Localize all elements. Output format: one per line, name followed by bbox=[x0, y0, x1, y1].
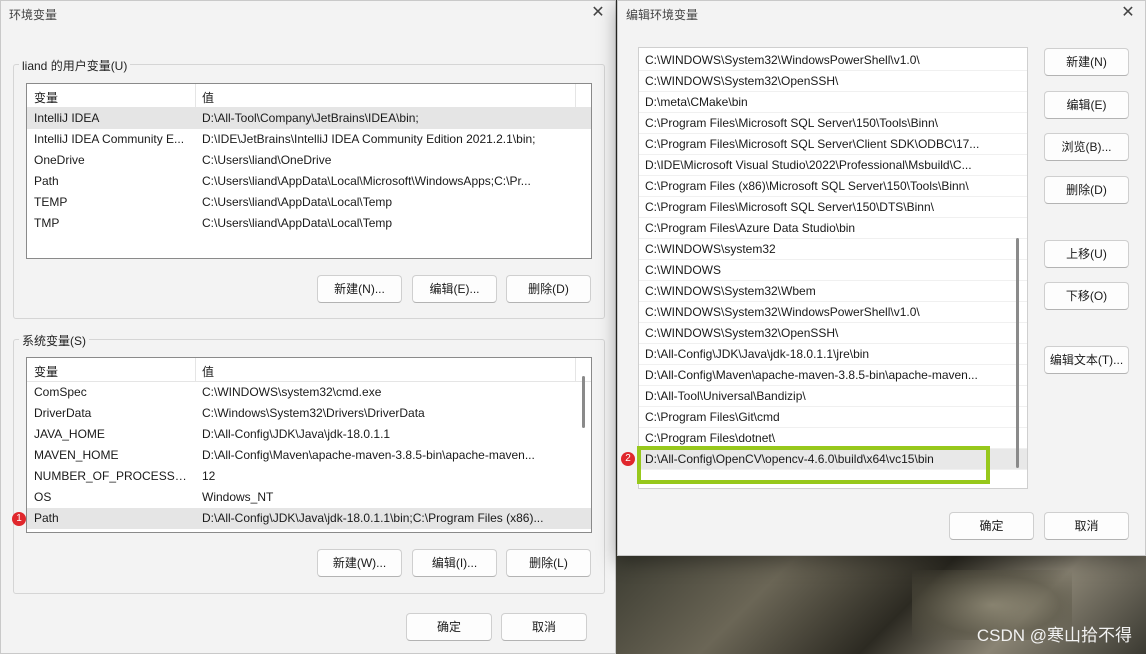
column-header-value[interactable]: 值 bbox=[202, 89, 214, 106]
system-delete-button[interactable]: 删除(L) bbox=[506, 549, 591, 577]
ok-button[interactable]: 确定 bbox=[406, 613, 492, 641]
table-row[interactable]: DriverData C:\Windows\System32\Drivers\Dr… bbox=[27, 403, 591, 424]
cancel-button[interactable]: 取消 bbox=[1044, 512, 1129, 540]
path-entry[interactable]: C:\Program Files\Git\cmd bbox=[639, 407, 1027, 428]
path-entry[interactable]: C:\Program Files\Microsoft SQL Server\Cl… bbox=[639, 134, 1027, 155]
edit-button[interactable]: 编辑(E) bbox=[1044, 91, 1129, 119]
ok-button[interactable]: 确定 bbox=[949, 512, 1034, 540]
path-entry[interactable]: C:\WINDOWS\System32\WindowsPowerShell\v1… bbox=[639, 302, 1027, 323]
close-icon[interactable]: ✕ bbox=[1119, 3, 1137, 23]
csdn-watermark: CSDN @寒山拾不得 bbox=[976, 626, 1132, 645]
path-entry[interactable]: D:\IDE\Microsoft Visual Studio\2022\Prof… bbox=[639, 155, 1027, 176]
path-entries-list[interactable]: C:\WINDOWS\System32\WindowsPowerShell\v1… bbox=[638, 47, 1028, 489]
annotation-badge-1: 1 bbox=[12, 512, 26, 526]
table-row[interactable]: Path C:\Users\liand\AppData\Local\Microso… bbox=[27, 171, 591, 192]
variable-value: D:\All-Config\JDK\Java\jdk-18.0.1.1\bin;… bbox=[202, 511, 544, 525]
path-entry[interactable]: C:\WINDOWS bbox=[639, 260, 1027, 281]
titlebar: 编辑环境变量 ✕ bbox=[618, 1, 1145, 27]
variable-value: C:\Users\liand\OneDrive bbox=[202, 153, 332, 167]
variable-name: Path bbox=[34, 511, 59, 525]
browse-button[interactable]: 浏览(B)... bbox=[1044, 133, 1129, 161]
dialog-title: 编辑环境变量 bbox=[626, 8, 699, 22]
path-entry[interactable]: C:\WINDOWS\System32\OpenSSH\ bbox=[639, 71, 1027, 92]
variable-name: JAVA_HOME bbox=[34, 427, 105, 441]
cancel-button[interactable]: 取消 bbox=[501, 613, 587, 641]
table-row[interactable]: JAVA_HOME D:\All-Config\JDK\Java\jdk-18.0… bbox=[27, 424, 591, 445]
user-variables-list[interactable]: 变量 值 IntelliJ IDEA D:\All-Tool\Company\Je… bbox=[26, 83, 592, 259]
move-up-button[interactable]: 上移(U) bbox=[1044, 240, 1129, 268]
variable-value: D:\All-Config\JDK\Java\jdk-18.0.1.1 bbox=[202, 427, 391, 441]
highlight-box bbox=[637, 446, 990, 484]
path-entry[interactable]: C:\WINDOWS\System32\WindowsPowerShell\v1… bbox=[639, 50, 1027, 71]
user-variables-label: liand 的用户变量(U) bbox=[19, 57, 131, 74]
edit-environment-variable-dialog: 编辑环境变量 ✕ C:\WINDOWS\System32\WindowsPowe… bbox=[617, 0, 1146, 556]
environment-variables-dialog: 环境变量 ✕ liand 的用户变量(U) 变量 值 IntelliJ IDEA… bbox=[0, 0, 616, 654]
column-header-value[interactable]: 值 bbox=[202, 363, 214, 380]
user-new-button[interactable]: 新建(N)... bbox=[317, 275, 402, 303]
move-down-button[interactable]: 下移(O) bbox=[1044, 282, 1129, 310]
column-header-variable[interactable]: 变量 bbox=[34, 89, 58, 106]
user-edit-button[interactable]: 编辑(E)... bbox=[412, 275, 497, 303]
variable-name: IntelliJ IDEA bbox=[34, 111, 100, 125]
annotation-badge-2: 2 bbox=[621, 452, 635, 466]
edit-text-button[interactable]: 编辑文本(T)... bbox=[1044, 346, 1129, 374]
variable-value: D:\IDE\JetBrains\IntelliJ IDEA Community… bbox=[202, 132, 536, 146]
path-entry[interactable]: D:\All-Config\JDK\Java\jdk-18.0.1.1\jre\… bbox=[639, 344, 1027, 365]
column-header-variable[interactable]: 变量 bbox=[34, 363, 58, 380]
path-entry[interactable]: D:\All-Config\Maven\apache-maven-3.8.5-b… bbox=[639, 365, 1027, 386]
delete-button[interactable]: 删除(D) bbox=[1044, 176, 1129, 204]
close-icon[interactable]: ✕ bbox=[589, 3, 607, 23]
variable-value: D:\All-Tool\Company\JetBrains\IDEA\bin; bbox=[202, 111, 419, 125]
table-row[interactable]: TMP C:\Users\liand\AppData\Local\Temp bbox=[27, 213, 591, 234]
variable-name: TEMP bbox=[34, 195, 68, 209]
variable-name: NUMBER_OF_PROCESSORS bbox=[34, 469, 194, 483]
variable-name: IntelliJ IDEA Community E... bbox=[34, 132, 185, 146]
path-entry[interactable]: C:\Program Files\Azure Data Studio\bin bbox=[639, 218, 1027, 239]
list-header: 变量 值 bbox=[27, 84, 591, 108]
variable-value: Windows_NT bbox=[202, 490, 274, 504]
variable-name: OS bbox=[34, 490, 52, 504]
variable-value: C:\Users\liand\AppData\Local\Temp bbox=[202, 216, 393, 230]
path-entry[interactable]: C:\Program Files\Microsoft SQL Server\15… bbox=[639, 197, 1027, 218]
path-entry[interactable]: D:\meta\CMake\bin bbox=[639, 92, 1027, 113]
system-variables-list[interactable]: 变量 值 ComSpec C:\WINDOWS\system32\cmd.exe D… bbox=[26, 357, 592, 533]
table-row[interactable]: MAVEN_HOME D:\All-Config\Maven\apache-mav… bbox=[27, 445, 591, 466]
variable-name: TMP bbox=[34, 216, 60, 230]
variable-value: D:\All-Config\Maven\apache-maven-3.8.5-b… bbox=[202, 448, 535, 462]
variable-value: C:\Users\liand\AppData\Local\Temp bbox=[202, 195, 393, 209]
table-row[interactable]: NUMBER_OF_PROCESSORS 12 bbox=[27, 466, 591, 487]
variable-value: 12 bbox=[202, 469, 216, 483]
path-entry[interactable]: C:\WINDOWS\system32 bbox=[639, 239, 1027, 260]
path-entry[interactable]: D:\All-Tool\Universal\Bandizip\ bbox=[639, 386, 1027, 407]
dialog-title: 环境变量 bbox=[9, 8, 58, 22]
variable-name: OneDrive bbox=[34, 153, 85, 167]
user-delete-button[interactable]: 删除(D) bbox=[506, 275, 591, 303]
path-entry[interactable]: C:\WINDOWS\System32\OpenSSH\ bbox=[639, 323, 1027, 344]
titlebar: 环境变量 ✕ bbox=[1, 1, 615, 27]
variable-value: C:\WINDOWS\system32\cmd.exe bbox=[202, 385, 382, 399]
variable-name: DriverData bbox=[34, 406, 92, 420]
table-row[interactable]: OneDrive C:\Users\liand\OneDrive bbox=[27, 150, 591, 171]
path-entry[interactable]: C:\Program Files\Microsoft SQL Server\15… bbox=[639, 113, 1027, 134]
system-variables-label: 系统变量(S) bbox=[19, 332, 89, 349]
table-row[interactable]: Path D:\All-Config\JDK\Java\jdk-18.0.1.1\… bbox=[27, 508, 591, 529]
table-row[interactable]: IntelliJ IDEA Community E... D:\IDE\JetBr… bbox=[27, 129, 591, 150]
list-header: 变量 值 bbox=[27, 358, 591, 382]
system-new-button[interactable]: 新建(W)... bbox=[317, 549, 402, 577]
variable-name: MAVEN_HOME bbox=[34, 448, 119, 462]
path-entry[interactable]: C:\WINDOWS\System32\Wbem bbox=[639, 281, 1027, 302]
variable-name: Path bbox=[34, 174, 59, 188]
variable-value: C:\Users\liand\AppData\Local\Microsoft\W… bbox=[202, 174, 531, 188]
system-edit-button[interactable]: 编辑(I)... bbox=[412, 549, 497, 577]
variable-value: C:\Windows\System32\Drivers\DriverData bbox=[202, 406, 425, 420]
table-row[interactable]: IntelliJ IDEA D:\All-Tool\Company\JetBrai… bbox=[27, 108, 591, 129]
table-row[interactable]: TEMP C:\Users\liand\AppData\Local\Temp bbox=[27, 192, 591, 213]
table-row[interactable]: ComSpec C:\WINDOWS\system32\cmd.exe bbox=[27, 382, 591, 403]
system-list-scrollbar[interactable] bbox=[582, 376, 585, 428]
variable-name: ComSpec bbox=[34, 385, 87, 399]
path-entry[interactable]: C:\Program Files (x86)\Microsoft SQL Ser… bbox=[639, 176, 1027, 197]
path-list-scrollbar[interactable] bbox=[1016, 238, 1019, 468]
new-button[interactable]: 新建(N) bbox=[1044, 48, 1129, 76]
table-row[interactable]: OS Windows_NT bbox=[27, 487, 591, 508]
